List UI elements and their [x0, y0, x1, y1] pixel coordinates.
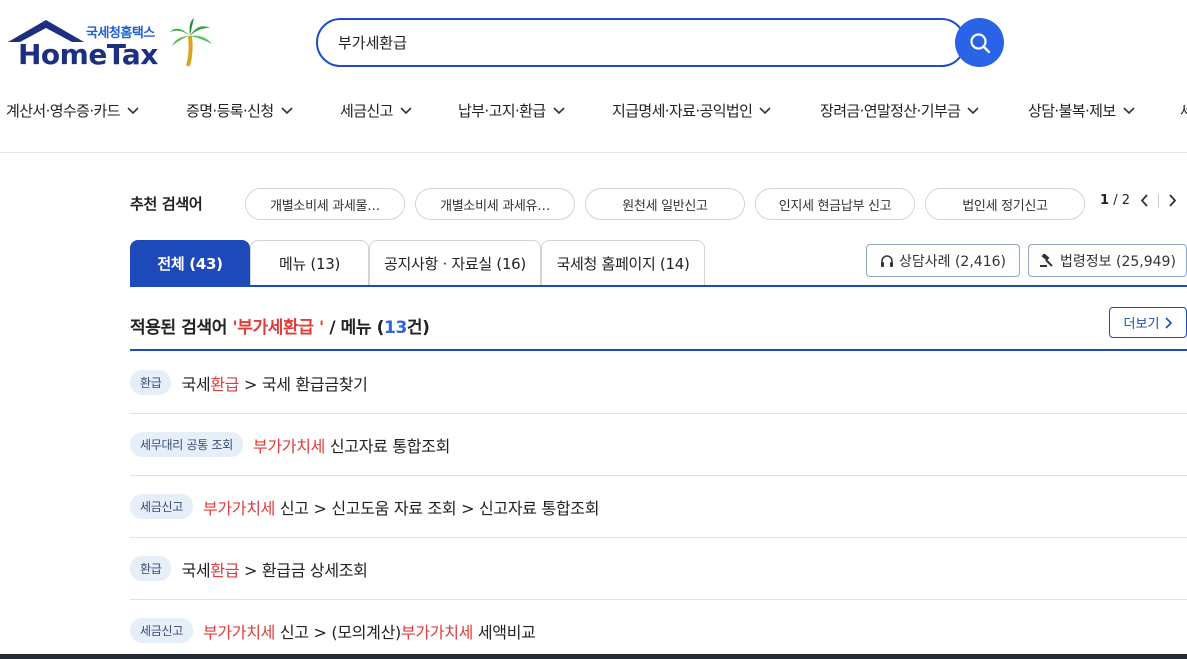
- nav-item-payment[interactable]: 납부·고지·환급: [458, 100, 565, 121]
- chevron-down-icon: [552, 106, 565, 114]
- logo-title: HomeTax: [18, 38, 158, 71]
- chevron-left-icon: [1140, 194, 1148, 207]
- category-badge: 세금신고: [130, 494, 193, 519]
- tab-underline: [130, 285, 1187, 287]
- nav-item-tax-report[interactable]: 세금신고: [340, 100, 412, 121]
- recommended-chip[interactable]: 원천세 일반신고: [585, 188, 745, 220]
- consult-cases-label: 상담사례 (2,416): [899, 253, 1006, 270]
- nav-item-consult[interactable]: 상담·불복·제보: [1028, 100, 1135, 121]
- main-navigation: 계산서·영수증·카드 증명·등록·신청 세금신고 납부·고지·환급 지급명세·자…: [0, 96, 1187, 126]
- search-icon: [969, 32, 990, 53]
- taskbar: [0, 654, 1187, 659]
- headset-icon: [881, 254, 893, 267]
- result-link[interactable]: 부가가치세 신고 > (모의계산)부가가치세 세액비교: [203, 619, 536, 643]
- tab-homepage[interactable]: 국세청 홈페이지 (14): [541, 240, 705, 286]
- hometax-logo[interactable]: 국세청홈택스 HomeTax: [6, 18, 216, 71]
- recommended-title: 추천 검색어: [130, 195, 203, 213]
- pager-separator: [1157, 193, 1159, 208]
- result-link[interactable]: 국세환급 > 국세 환급금찾기: [181, 371, 367, 395]
- category-badge: 환급: [130, 556, 172, 581]
- recommended-chip[interactable]: 개별소비세 과세유…: [415, 188, 575, 220]
- result-text: 신고 > 신고도움 자료 조회 > 신고자료 통합조회: [275, 498, 600, 518]
- recommended-chip[interactable]: 인지세 현금납부 신고: [755, 188, 915, 220]
- result-link[interactable]: 국세환급 > 환급금 상세조회: [181, 557, 367, 581]
- search-button[interactable]: [955, 18, 1004, 67]
- result-row[interactable]: 세금신고 부가가치세 신고 > 신고도움 자료 조회 > 신고자료 통합조회: [130, 476, 1187, 538]
- result-text: 신고자료 통합조회: [325, 436, 450, 456]
- result-text: 국세: [181, 560, 211, 580]
- tab-notice[interactable]: 공지사항 · 자료실 (16): [369, 240, 541, 286]
- chevron-down-icon: [1122, 106, 1135, 114]
- chevron-right-icon: [1169, 194, 1177, 207]
- nav-item-certificate[interactable]: 증명·등록·신청: [186, 100, 293, 121]
- search-box: [316, 18, 966, 67]
- more-button[interactable]: 더보기: [1109, 307, 1187, 338]
- result-row[interactable]: 환급 국세환급 > 국세 환급금찾기: [130, 352, 1187, 414]
- recommended-pager: 1 / 2: [1100, 193, 1177, 208]
- highlight-term: 환급: [210, 560, 240, 580]
- applied-search-term: '부가세환급 ': [232, 318, 324, 338]
- result-text: > 환급금 상세조회: [239, 560, 368, 580]
- applied-search-summary: 적용된 검색어 '부가세환급 ' / 메뉴 (13건): [130, 318, 430, 338]
- chevron-down-icon: [400, 106, 412, 114]
- header-divider: [0, 152, 1187, 153]
- highlight-term: 부가가치세: [202, 498, 276, 518]
- chevron-down-icon: [759, 106, 771, 114]
- result-row[interactable]: 세금신고 부가가치세 신고 > (모의계산)부가가치세 세액비교: [130, 600, 1187, 659]
- highlight-term: 부가가치세: [202, 622, 276, 642]
- category-badge: 세무대리 공통 조회: [130, 432, 243, 457]
- nav-item-statement[interactable]: 지급명세·자료·공익법인: [612, 100, 771, 121]
- result-text: > 국세 환급금찾기: [239, 374, 368, 394]
- chevron-down-icon: [967, 106, 979, 114]
- highlight-term: 부가가치세: [252, 436, 326, 456]
- recommended-chip[interactable]: 개별소비세 과세물…: [245, 188, 405, 220]
- pager-current: 1: [1100, 193, 1110, 208]
- result-text: 세액비교: [473, 622, 536, 642]
- category-badge: 환급: [130, 370, 172, 395]
- palm-tree-icon: [170, 18, 212, 67]
- chevron-down-icon: [280, 106, 293, 114]
- law-info-button[interactable]: 법령정보 (25,949): [1028, 244, 1187, 277]
- law-info-label: 법령정보 (25,949): [1060, 253, 1176, 270]
- nav-item-incentive[interactable]: 장려금·연말정산·기부금: [820, 100, 979, 121]
- chevron-down-icon: [127, 106, 139, 114]
- pager-prev-button[interactable]: [1140, 194, 1148, 207]
- result-link[interactable]: 부가가치세 신고 > 신고도움 자료 조회 > 신고자료 통합조회: [203, 495, 599, 519]
- tab-all[interactable]: 전체 (43): [130, 240, 250, 286]
- result-row[interactable]: 세무대리 공통 조회 부가가치세 신고자료 통합조회: [130, 414, 1187, 476]
- consult-cases-button[interactable]: 상담사례 (2,416): [866, 244, 1020, 277]
- highlight-term: 환급: [210, 374, 240, 394]
- chevron-right-icon: [1165, 316, 1173, 329]
- nav-item-invoice[interactable]: 계산서·영수증·카드: [6, 100, 139, 121]
- category-badge: 세금신고: [130, 618, 193, 643]
- result-row[interactable]: 환급 국세환급 > 환급금 상세조회: [130, 538, 1187, 600]
- highlight-term: 부가가치세: [400, 622, 474, 642]
- tab-menu[interactable]: 메뉴 (13): [250, 240, 369, 286]
- result-count: 13: [384, 318, 407, 338]
- gavel-icon: [1040, 253, 1053, 267]
- search-input[interactable]: [318, 20, 964, 65]
- pager-next-button[interactable]: [1169, 194, 1177, 207]
- result-header-line: [130, 349, 1187, 351]
- pager-total: / 2: [1113, 193, 1130, 208]
- nav-item-overflow[interactable]: 세: [1180, 100, 1187, 121]
- result-text: 국세: [181, 374, 211, 394]
- recommended-chip[interactable]: 법인세 정기신고: [925, 188, 1085, 220]
- result-text: 신고 > (모의계산): [275, 622, 401, 642]
- result-link[interactable]: 부가가치세 신고자료 통합조회: [253, 433, 450, 457]
